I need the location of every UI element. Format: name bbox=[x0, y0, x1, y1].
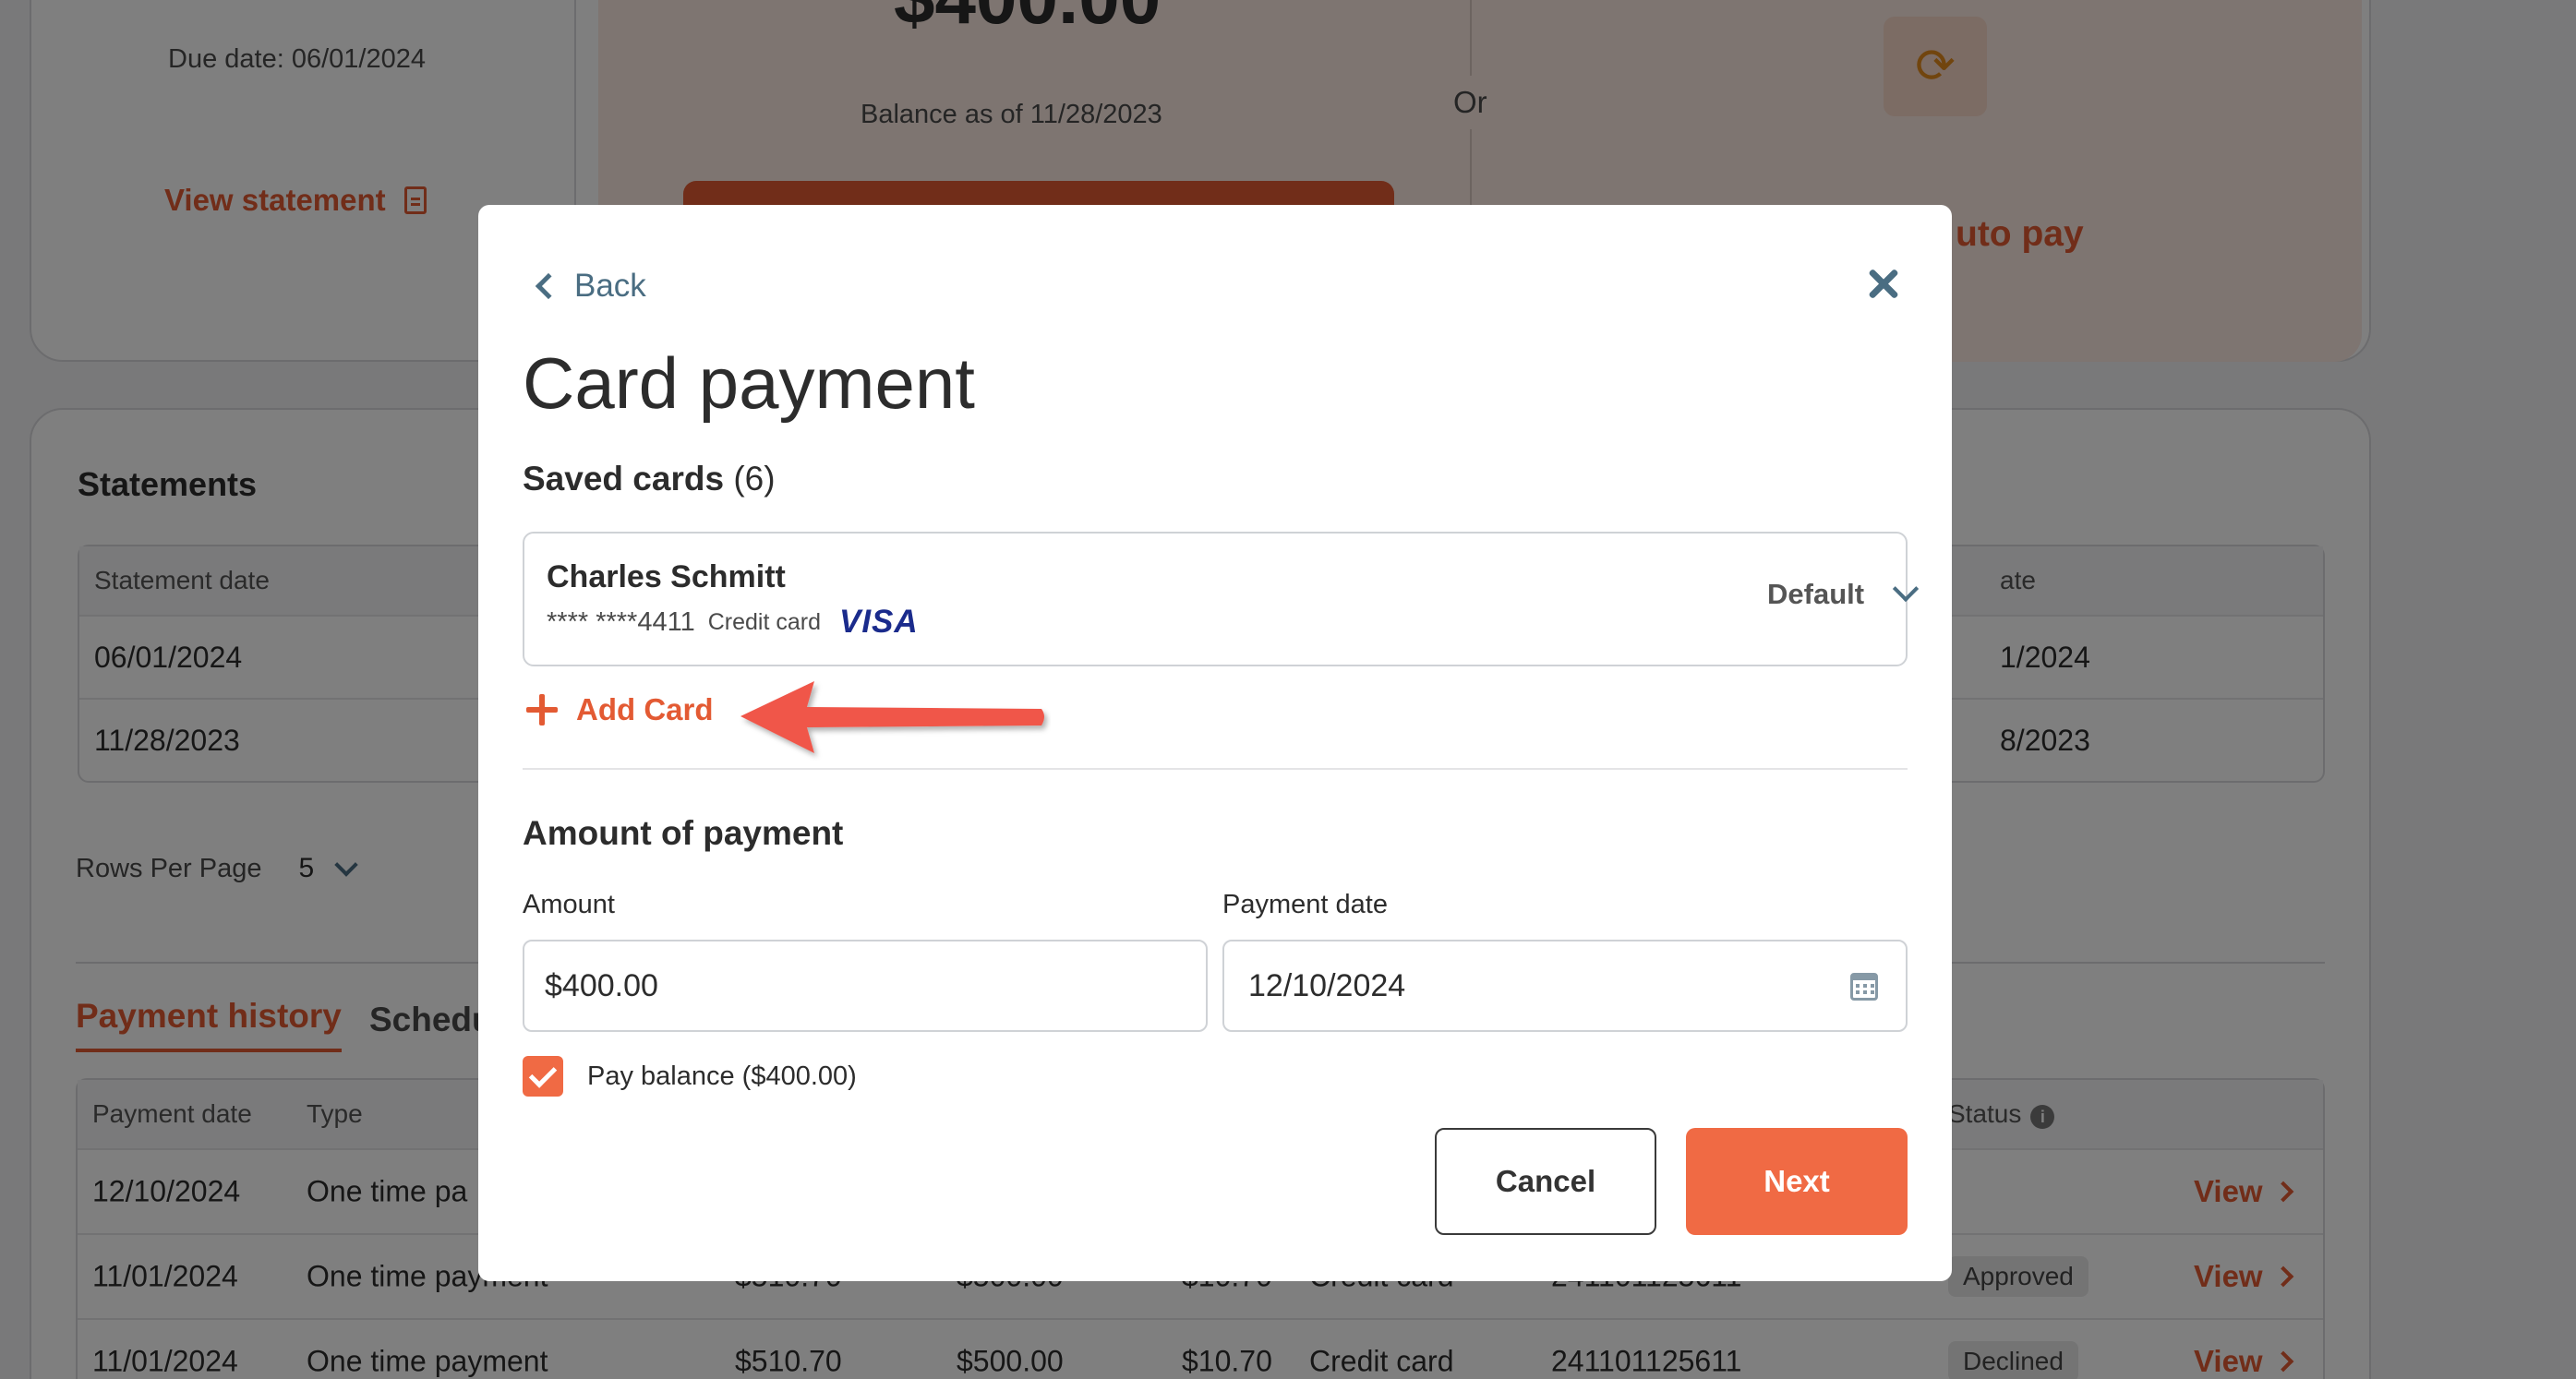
back-button[interactable]: Back bbox=[532, 268, 646, 305]
saved-card-select[interactable]: Charles Schmitt **** ****4411 Credit car… bbox=[523, 532, 1920, 666]
amount-label: Amount bbox=[523, 890, 615, 919]
add-card-label: Add Card bbox=[576, 692, 714, 726]
cardholder-name: Charles Schmitt bbox=[547, 559, 786, 594]
modal-title: Card payment bbox=[523, 342, 975, 424]
saved-cards-count: (6) bbox=[733, 460, 776, 498]
calendar-icon[interactable] bbox=[1850, 973, 1878, 1001]
amount-of-payment-heading: Amount of payment bbox=[523, 814, 844, 852]
close-icon[interactable] bbox=[1863, 264, 1904, 305]
visa-logo: VISA bbox=[838, 604, 919, 640]
checkbox-checked-icon[interactable] bbox=[523, 1056, 563, 1097]
annotation-arrow-icon bbox=[740, 681, 1044, 753]
chevron-left-icon bbox=[535, 272, 562, 300]
pay-balance-label: Pay balance ($400.00) bbox=[587, 1061, 857, 1091]
chevron-down-icon bbox=[1892, 575, 1920, 603]
card-payment-modal: Back Card payment Saved cards (6) Charle… bbox=[478, 205, 1952, 1281]
saved-cards-heading: Saved cards (6) bbox=[523, 460, 776, 498]
card-type: Credit card bbox=[707, 608, 821, 635]
section-divider bbox=[523, 768, 1908, 770]
cancel-button[interactable]: Cancel bbox=[1435, 1128, 1656, 1235]
pay-balance-checkbox[interactable]: Pay balance ($400.00) bbox=[523, 1056, 857, 1097]
card-number: **** ****4411 bbox=[547, 606, 695, 637]
back-label: Back bbox=[574, 268, 646, 304]
next-button[interactable]: Next bbox=[1686, 1128, 1908, 1235]
payment-date-label: Payment date bbox=[1222, 890, 1388, 919]
card-details: **** ****4411 Credit card VISA bbox=[547, 604, 919, 641]
amount-input[interactable] bbox=[523, 940, 1208, 1032]
plus-icon bbox=[526, 694, 558, 725]
payment-date-input[interactable] bbox=[1222, 940, 1908, 1032]
default-badge: Default bbox=[1767, 578, 1865, 610]
add-card-button[interactable]: Add Card bbox=[526, 692, 714, 727]
saved-cards-label: Saved cards bbox=[523, 460, 725, 498]
